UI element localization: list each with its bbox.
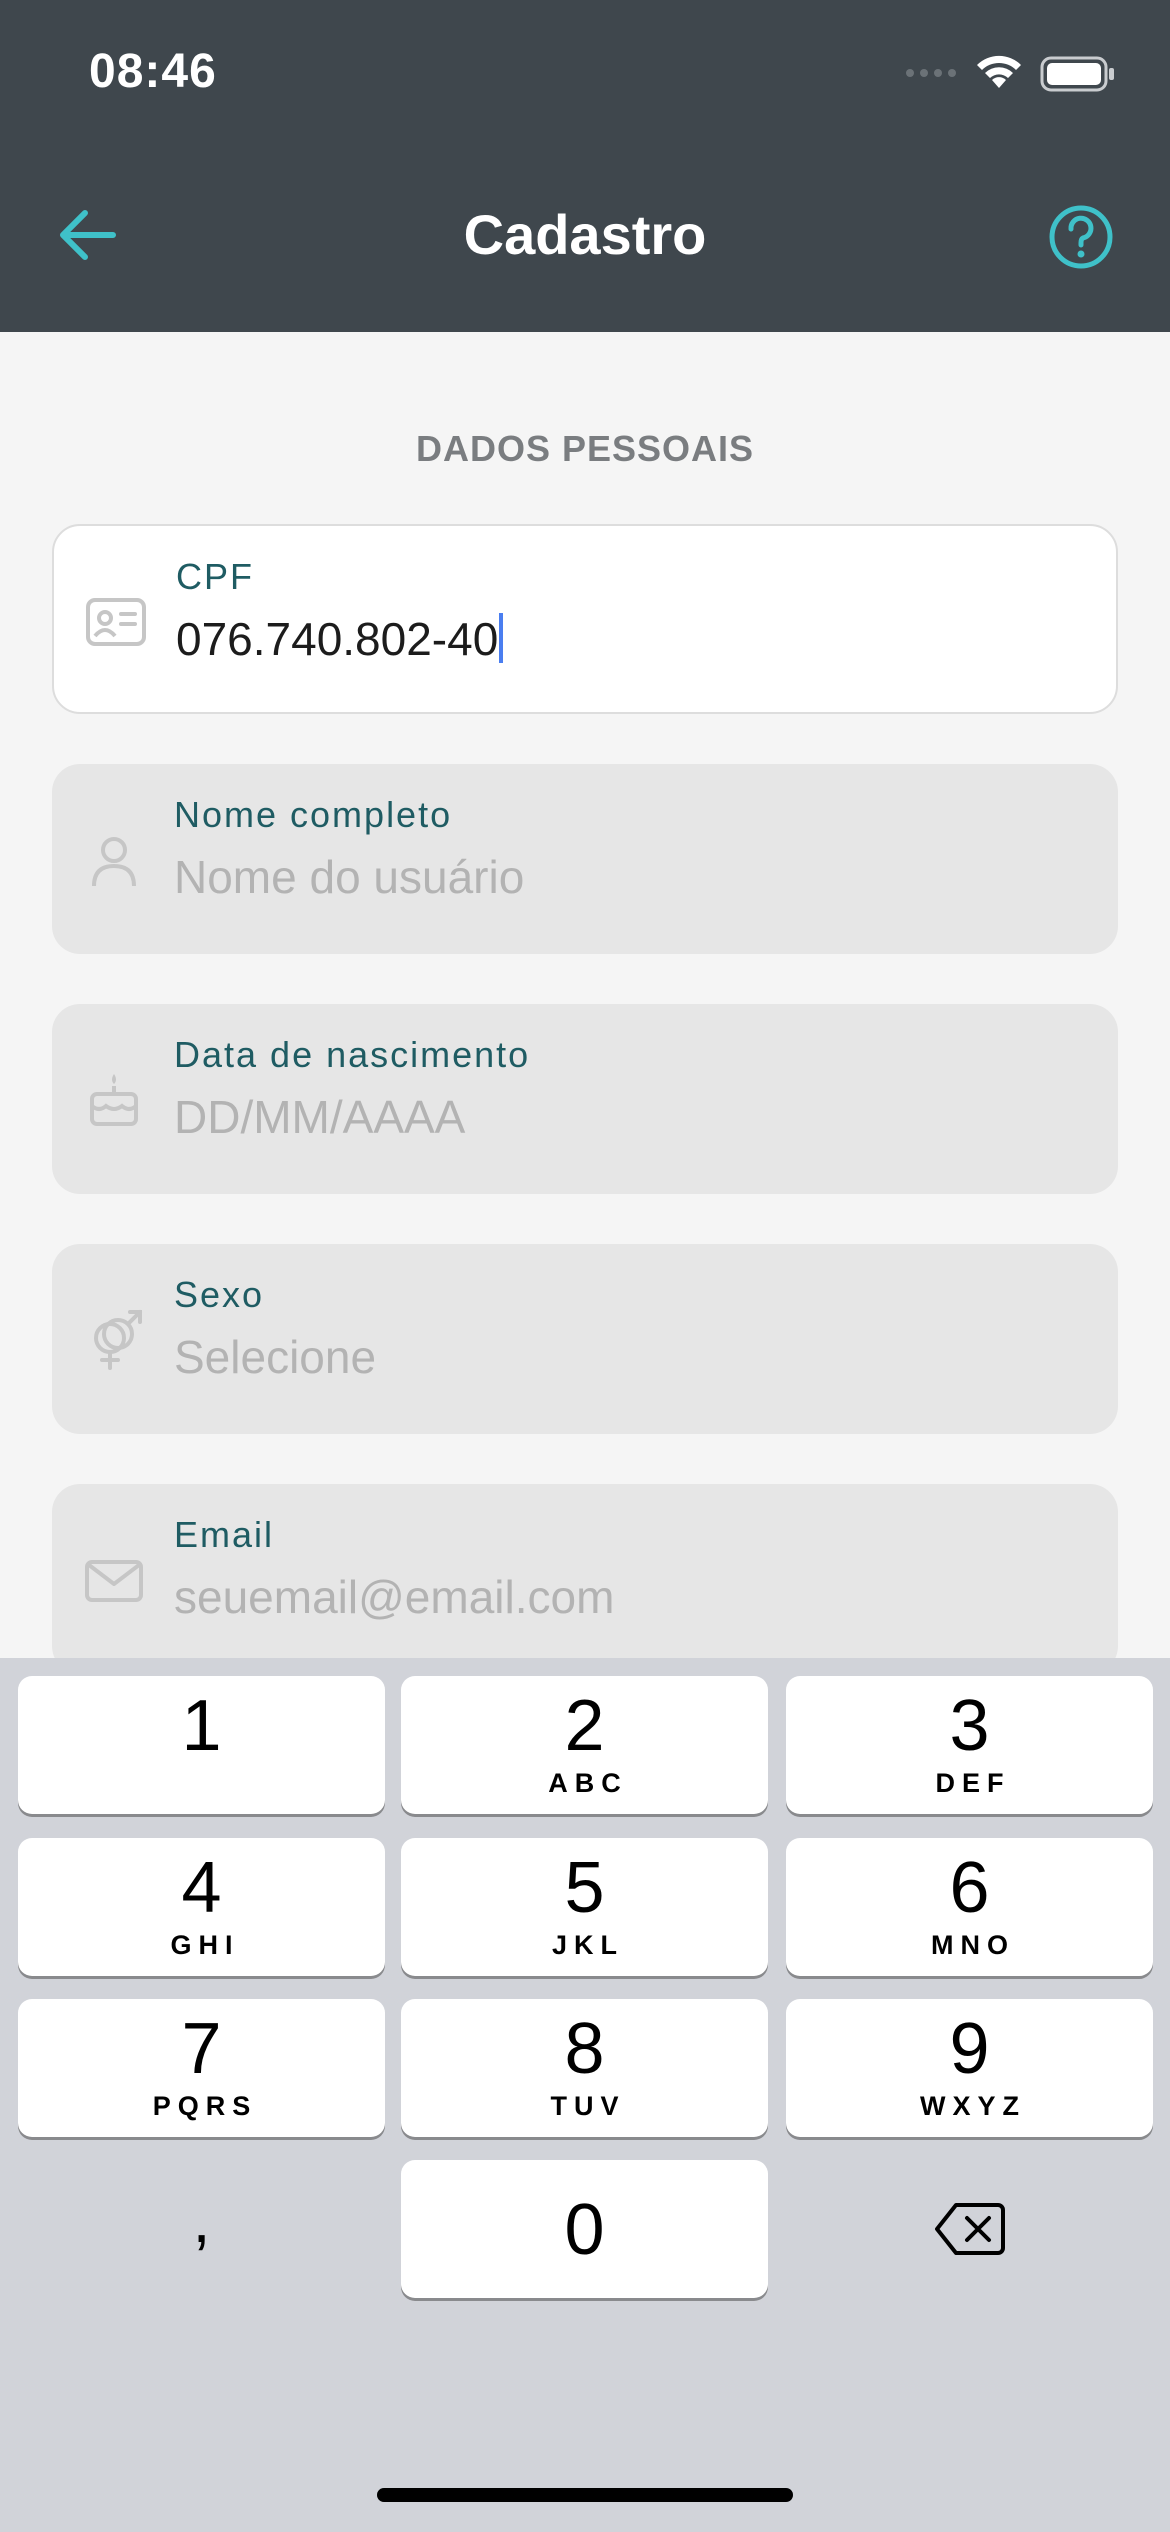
help-button[interactable] [1046, 202, 1116, 272]
wifi-icon [977, 55, 1021, 88]
email-label: Email [174, 1514, 275, 1555]
key-comma[interactable]: , [18, 2160, 385, 2298]
id-card-icon [86, 598, 146, 646]
page-title: Cadastro [463, 203, 707, 266]
home-indicator [377, 2488, 793, 2502]
question-circle-icon [1049, 205, 1113, 269]
key-3[interactable]: 3 DEF [786, 1676, 1153, 1814]
birthdate-field[interactable]: Data de nascimento DD/MM/AAAA [52, 1004, 1118, 1194]
app-header: 08:46 Cadastro [0, 0, 1170, 332]
gender-field[interactable]: Sexo Selecione [52, 1244, 1118, 1434]
name-input[interactable]: Nome do usuário [174, 850, 524, 904]
key-5[interactable]: 5 JKL [401, 1838, 768, 1976]
status-time: 08:46 [89, 45, 217, 98]
gender-icon [94, 1310, 142, 1370]
gender-select[interactable]: Selecione [174, 1330, 376, 1384]
name-field[interactable]: Nome completo Nome do usuário [52, 764, 1118, 954]
key-7[interactable]: 7 PQRS [18, 1999, 385, 2137]
birthdate-input[interactable]: DD/MM/AAAA [174, 1090, 465, 1144]
key-9[interactable]: 9 WXYZ [786, 1999, 1153, 2137]
cpf-label: CPF [176, 556, 254, 597]
cpf-input[interactable]: 076.740.802-40 [176, 612, 504, 666]
backspace-icon [934, 2203, 1005, 2255]
email-field[interactable]: Email seuemail@email.com [52, 1484, 1118, 1674]
key-0[interactable]: 0 [401, 2160, 768, 2298]
key-8[interactable]: 8 TUV [401, 1999, 768, 2137]
text-caret [499, 613, 504, 663]
delete-key[interactable] [786, 2160, 1153, 2298]
user-icon [92, 837, 136, 887]
gender-label: Sexo [174, 1274, 265, 1315]
key-1[interactable]: 1 [18, 1676, 385, 1814]
birthdate-label: Data de nascimento [174, 1034, 531, 1075]
key-2[interactable]: 2 ABC [401, 1676, 768, 1814]
mail-icon [85, 1560, 143, 1602]
cpf-value: 076.740.802-40 [176, 613, 499, 665]
section-title: DADOS PESSOAIS [415, 428, 755, 469]
cpf-field[interactable]: CPF 076.740.802-40 [52, 524, 1118, 714]
signal-dots-icon [906, 69, 956, 77]
key-6[interactable]: 6 MNO [786, 1838, 1153, 1976]
name-label: Nome completo [174, 794, 453, 835]
email-input[interactable]: seuemail@email.com [174, 1570, 614, 1624]
key-4[interactable]: 4 GHI [18, 1838, 385, 1976]
battery-icon [1040, 56, 1114, 92]
cake-icon [90, 1074, 138, 1126]
